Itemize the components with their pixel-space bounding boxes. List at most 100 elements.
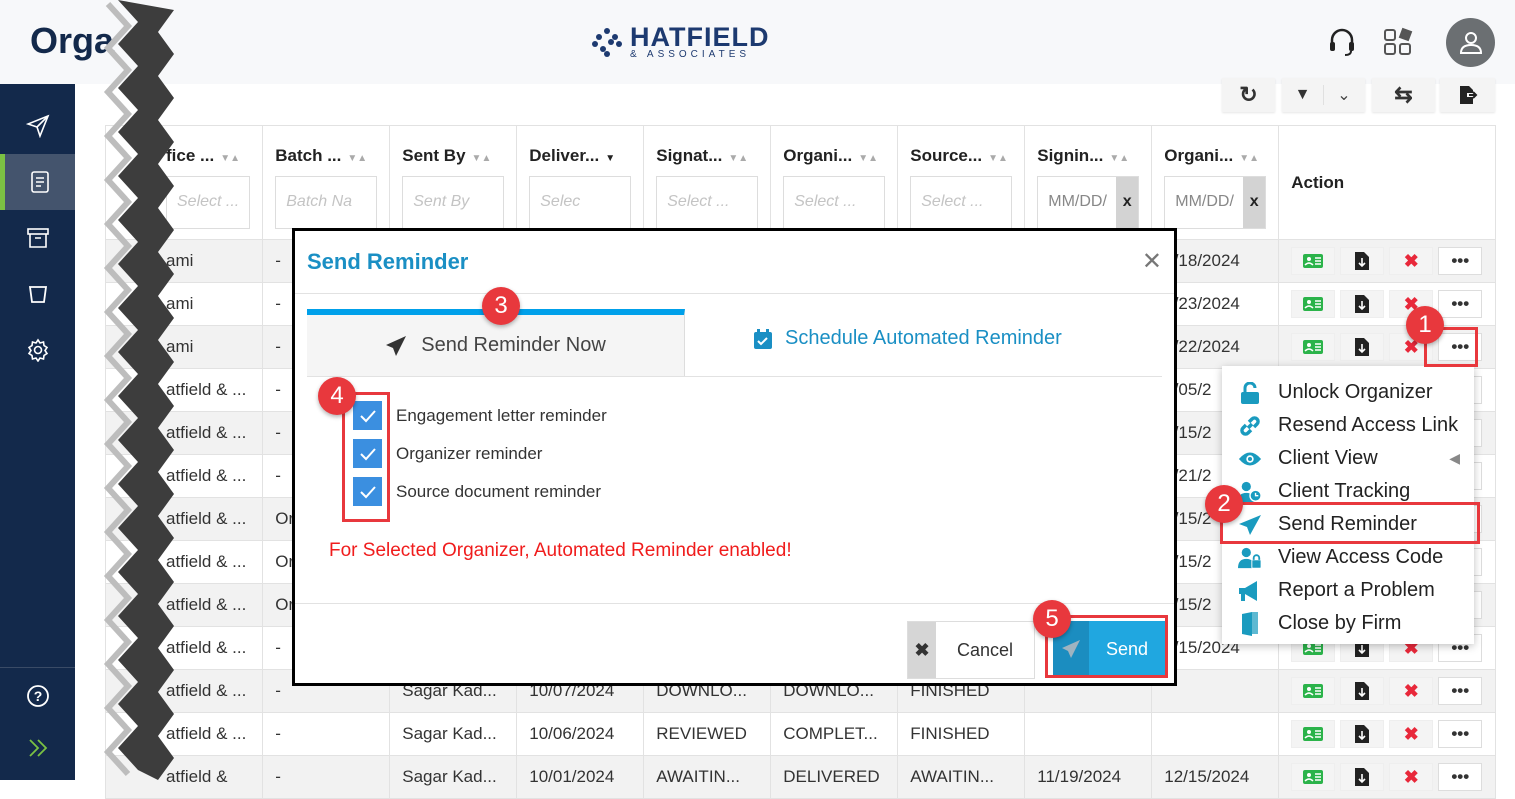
column-filter-input[interactable]: Batch Na [275,176,378,229]
sidebar-item-bucket[interactable] [0,266,75,322]
filter-placeholder: MM/DD/ [1175,193,1234,210]
download-document-icon[interactable] [1340,677,1385,705]
refresh-button[interactable]: ↻ [1222,78,1275,112]
column-header[interactable]: Action [1278,125,1497,240]
sort-icon[interactable]: ▼▲ [347,153,367,164]
more-options-button[interactable]: ••• [1438,677,1483,705]
download-document-icon[interactable] [1340,247,1385,275]
table-cell: FINISHED [897,712,1026,756]
menu-item-close-by-firm[interactable]: Close by Firm [1222,607,1474,640]
paper-plane-icon [386,335,407,356]
column-header[interactable]: Sent By ▼▲ Sent By [389,125,518,240]
table-cell [1024,712,1153,756]
download-document-icon[interactable] [1340,720,1385,748]
menu-item-client-view[interactable]: Client View ◀ [1222,442,1474,475]
export-icon [1459,86,1477,104]
client-card-icon[interactable] [1291,763,1336,791]
sort-icon[interactable]: ▼▲ [858,153,878,164]
sort-icon[interactable]: ▼▲ [988,153,1008,164]
column-header[interactable]: Organi... ▼▲ MM/DD/x [1151,125,1280,240]
user-avatar-icon[interactable] [1446,18,1495,67]
menu-item-report-a-problem[interactable]: Report a Problem [1222,574,1474,607]
delete-icon[interactable]: ✖ [1389,247,1434,275]
sort-icon[interactable]: ▼▲ [1109,153,1129,164]
sort-icon[interactable]: ▼▲ [728,153,748,164]
delete-icon[interactable]: ✖ [1389,720,1434,748]
table-cell: Sagar Kad... [389,712,518,756]
more-options-button[interactable]: ••• [1438,247,1483,275]
more-options-button[interactable]: ••• [1438,763,1483,791]
calendar-check-icon [754,328,772,349]
column-header[interactable]: Signin... ▼▲ MM/DD/x [1024,125,1153,240]
client-card-icon[interactable] [1291,290,1336,318]
cancel-button[interactable]: ✖ Cancel [907,621,1035,679]
filter-placeholder: Select ... [921,193,984,210]
column-filter-input[interactable]: Select ... [783,176,886,229]
delete-icon[interactable]: ✖ [1389,763,1434,791]
svg-text:?: ? [33,688,42,704]
clear-date-button[interactable]: x [1243,177,1266,228]
sidebar-item-expand[interactable] [0,720,75,776]
download-document-icon[interactable] [1340,763,1385,791]
menu-item-label: Client Tracking [1278,480,1411,502]
source-document-checkbox[interactable]: Source document reminder [353,477,601,506]
column-header[interactable]: Batch ... ▼▲ Batch Na [262,125,391,240]
sort-icon[interactable]: ▼ [605,153,615,164]
download-document-icon[interactable] [1340,290,1385,318]
dialog-title: Send Reminder [307,249,469,274]
headset-icon[interactable] [1326,26,1358,58]
client-card-icon[interactable] [1291,677,1336,705]
column-filter-input[interactable]: Select ... [910,176,1013,229]
column-settings-button[interactable]: ⇆ [1372,78,1435,112]
sidebar-item-send[interactable] [0,98,75,154]
menu-item-resend-access-link[interactable]: Resend Access Link [1222,409,1474,442]
client-card-icon[interactable] [1291,720,1336,748]
column-header[interactable]: Source... ▼▲ Select ... [897,125,1026,240]
table-cell: 10/06/2024 [516,712,645,756]
column-header[interactable]: Deliver... ▼ Selec [516,125,645,240]
sidebar-item-help[interactable]: ? [0,668,75,724]
sort-icon[interactable]: ▼▲ [472,153,492,164]
filter-placeholder: Sent By [413,193,470,210]
column-filter-input[interactable]: Select ... [656,176,759,229]
user-lock-icon [1238,547,1262,569]
tab-schedule-automated-reminder[interactable]: Schedule Automated Reminder [753,327,1062,350]
close-icon[interactable]: ✕ [1142,247,1162,276]
table-row[interactable]: atfield & ... - Sagar Kad... 10/06/2024 REVI… [104,712,1497,756]
clear-date-button[interactable]: x [1116,177,1139,228]
apps-icon[interactable] [1382,26,1414,58]
close-icon: ✖ [908,622,936,678]
sort-icon[interactable]: ▼▲ [1239,153,1259,164]
column-filter-input[interactable]: MM/DD/x [1037,176,1140,229]
table-cell: Sagar Kad... [389,755,518,799]
sidebar-item-settings[interactable] [0,322,75,378]
delete-icon[interactable]: ✖ [1389,677,1434,705]
engagement-letter-checkbox[interactable]: Engagement letter reminder [353,401,607,430]
column-label: Action [1291,172,1345,192]
export-button[interactable] [1440,78,1495,112]
caret-left-icon[interactable]: ◀ [1449,450,1460,467]
column-filter-input[interactable]: Selec [529,176,632,229]
app-header: Orga HATFIELD & ASSOCIATES [0,0,1515,84]
more-options-button[interactable]: ••• [1438,290,1483,318]
column-filter-input[interactable]: Sent By [402,176,505,229]
column-header[interactable]: Organi... ▼▲ Select ... [770,125,899,240]
filter-button[interactable]: ▼ ⌄ [1282,78,1365,112]
filter-placeholder: Select ... [177,193,240,210]
table-cell: 12/15/2024 [1151,755,1280,799]
client-card-icon[interactable] [1291,333,1336,361]
table-row[interactable]: atfield & - Sagar Kad... 10/01/2024 AWAITIN.… [104,755,1497,799]
column-filter-input[interactable]: MM/DD/x [1164,176,1267,229]
more-options-button[interactable]: ••• [1438,720,1483,748]
sidebar-item-archive[interactable] [0,210,75,266]
menu-item-unlock-organizer[interactable]: Unlock Organizer [1222,376,1474,409]
sort-icon[interactable]: ▼▲ [220,153,240,164]
download-document-icon[interactable] [1340,333,1385,361]
sidebar-item-documents[interactable] [0,154,75,210]
client-card-icon[interactable] [1291,247,1336,275]
menu-item-view-access-code[interactable]: View Access Code [1222,541,1474,574]
hatfield-logo: HATFIELD & ASSOCIATES [590,24,769,60]
column-header[interactable]: Signat... ▼▲ Select ... [643,125,772,240]
chevron-down-icon[interactable]: ⌄ [1322,85,1365,105]
column-filter-input[interactable]: Select ... [166,176,251,229]
